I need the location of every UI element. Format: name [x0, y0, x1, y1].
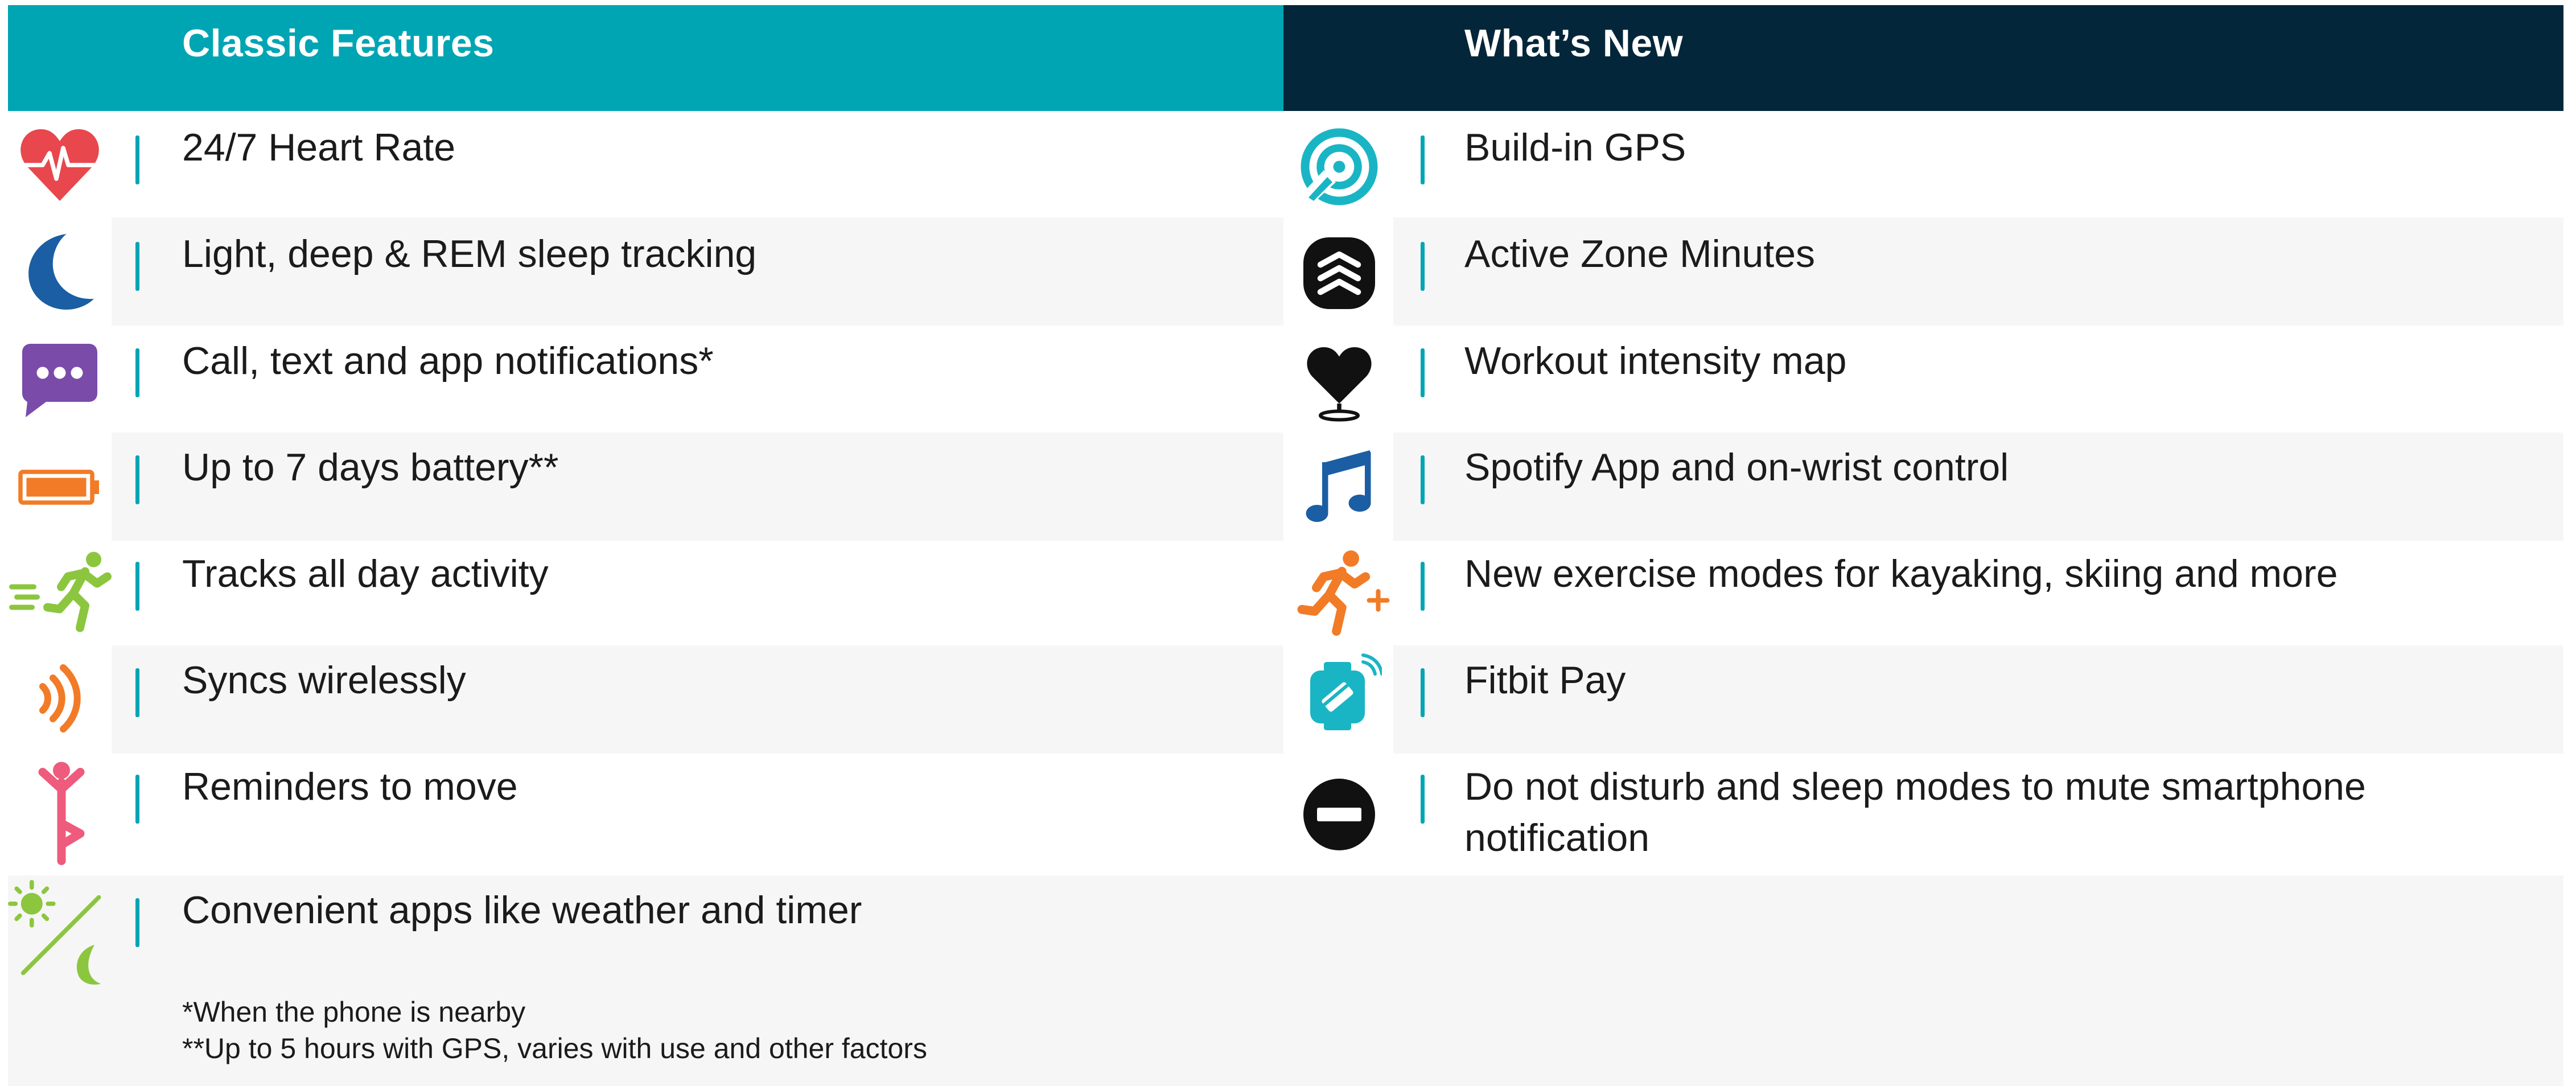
running-person-icon [8, 549, 116, 635]
classic-features-title: Classic Features [182, 22, 495, 65]
divider [1421, 242, 1425, 291]
wireless-sync-icon [17, 656, 102, 741]
classic-features-header: Classic Features [8, 5, 1283, 111]
zone-minutes-icon [1297, 231, 1382, 316]
feature-label: Active Zone Minutes [1464, 232, 1816, 275]
feature-label: Syncs wirelessly [182, 659, 466, 702]
feature-label: Build-in GPS [1464, 126, 1686, 169]
whats-new-title: What’s New [1464, 22, 1684, 65]
feature-label: 24/7 Heart Rate [182, 126, 456, 169]
feature-label: Spotify App and on-wrist control [1464, 446, 2009, 489]
feature-label: Call, text and app notifications* [182, 339, 714, 382]
feature-label-continued: notification [1464, 816, 1650, 859]
do-not-disturb-icon [1297, 772, 1382, 857]
divider [1421, 775, 1425, 824]
divider [135, 242, 139, 291]
sun-moon-icon [8, 880, 116, 988]
divider [1421, 562, 1425, 611]
feature-label: Tracks all day activity [182, 552, 549, 595]
divider [1421, 455, 1425, 504]
feature-label: Workout intensity map [1464, 339, 1847, 382]
feature-label: Fitbit Pay [1464, 659, 1626, 702]
divider [135, 455, 139, 504]
feature-label: Reminders to move [182, 765, 518, 808]
heart-rate-icon [17, 122, 102, 208]
battery-icon [17, 443, 102, 528]
moon-icon [17, 229, 102, 314]
divider [135, 135, 139, 184]
divider [135, 898, 139, 947]
footnote: **Up to 5 hours with GPS, varies with us… [182, 1032, 927, 1064]
divider [135, 348, 139, 397]
feature-label: Convenient apps like weather and timer [182, 888, 862, 932]
divider [135, 562, 139, 611]
feature-label: Light, deep & REM sleep tracking [182, 232, 757, 275]
footnote: *When the phone is nearby [182, 996, 526, 1028]
yoga-pose-icon [17, 760, 102, 868]
feature-label: Do not disturb and sleep modes to mute s… [1464, 765, 2366, 808]
divider [1421, 135, 1425, 184]
whats-new-header: What’s New [1283, 5, 2563, 111]
divider [135, 775, 139, 824]
feature-label: Up to 7 days battery** [182, 446, 559, 489]
chat-bubble-icon [17, 337, 102, 422]
feature-label: New exercise modes for kayaking, skiing … [1464, 552, 2338, 595]
divider [135, 668, 139, 717]
runner-plus-icon [1287, 548, 1393, 639]
gps-icon [1297, 124, 1382, 209]
divider [1421, 348, 1425, 397]
music-note-icon [1297, 443, 1382, 529]
divider [1421, 668, 1425, 717]
heart-map-pin-icon [1297, 337, 1382, 422]
empty-panel [1283, 875, 2563, 1086]
fitbit-pay-icon [1297, 653, 1382, 739]
